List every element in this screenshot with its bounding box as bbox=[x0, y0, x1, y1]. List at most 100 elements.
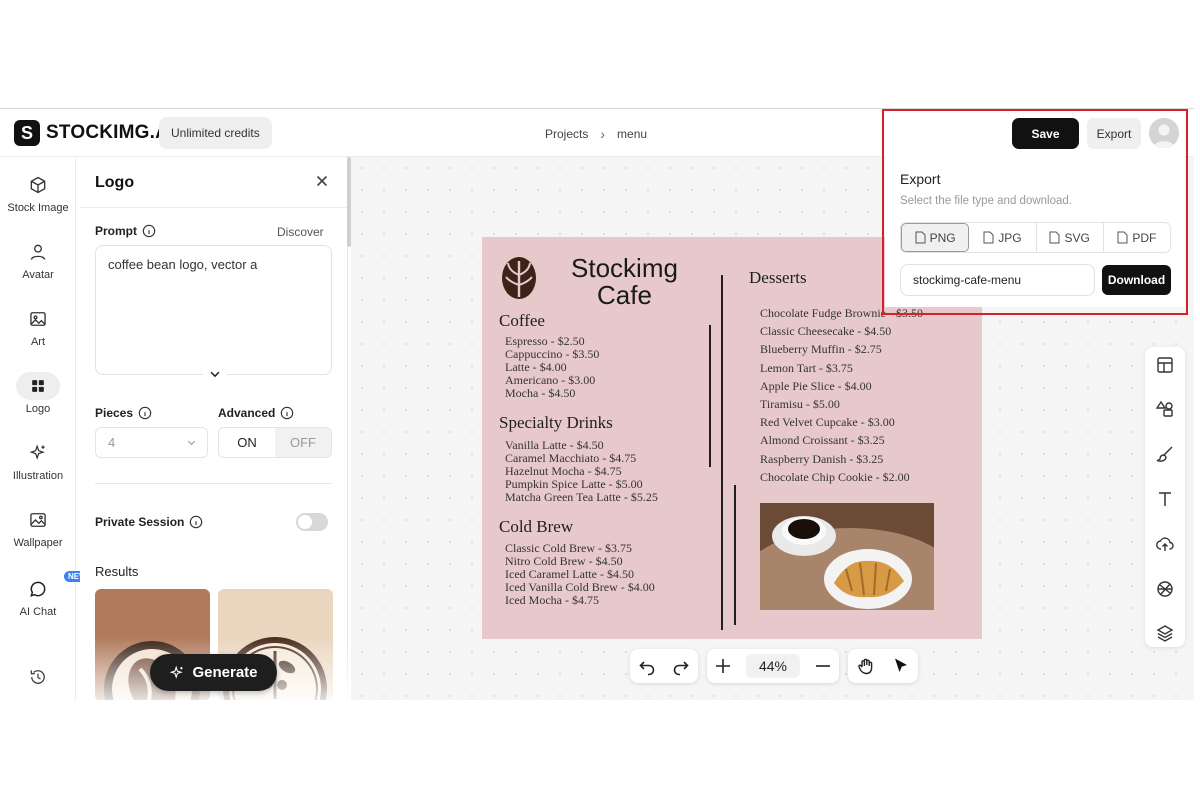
shapes-icon[interactable] bbox=[1155, 399, 1175, 419]
dessert-item: Chocolate Chip Cookie - $2.00 bbox=[760, 469, 910, 484]
menu-item: Mocha - $4.50 bbox=[505, 386, 576, 400]
nav-stock-image[interactable]: Stock Image bbox=[0, 171, 76, 214]
nav-history[interactable] bbox=[0, 663, 76, 694]
nav-label: Illustration bbox=[12, 470, 64, 482]
download-button[interactable]: Download bbox=[1102, 265, 1171, 295]
chevron-right-icon: › bbox=[600, 126, 606, 142]
generate-label: Generate bbox=[192, 664, 258, 681]
layers-icon[interactable] bbox=[1155, 623, 1175, 643]
advanced-on-option[interactable]: ON bbox=[219, 428, 275, 457]
breadcrumb-projects[interactable]: Projects bbox=[545, 127, 588, 141]
right-tool-bar bbox=[1145, 347, 1185, 647]
panel-divider bbox=[80, 207, 348, 208]
credits-badge[interactable]: Unlimited credits bbox=[159, 117, 272, 149]
image-icon bbox=[30, 312, 46, 326]
file-type-label: PDF bbox=[1132, 230, 1157, 245]
zoom-bar: 44% bbox=[707, 649, 839, 683]
dessert-item: Classic Cheesecake - $4.50 bbox=[760, 324, 892, 339]
prompt-label-text: Prompt bbox=[95, 224, 137, 238]
zoom-out-icon[interactable] bbox=[813, 656, 833, 676]
nav-label: Avatar bbox=[22, 269, 54, 281]
avatar-user-icon bbox=[1149, 118, 1179, 148]
info-icon[interactable] bbox=[280, 406, 294, 420]
upload-cloud-icon[interactable] bbox=[1155, 534, 1175, 554]
expand-prompt-button[interactable] bbox=[203, 362, 227, 386]
nav-art[interactable]: Art bbox=[0, 305, 76, 348]
zoom-level[interactable]: 44% bbox=[745, 654, 800, 678]
undo-icon[interactable] bbox=[637, 656, 657, 676]
file-type-jpg[interactable]: JPG bbox=[969, 223, 1037, 252]
nav-label: Stock Image bbox=[7, 202, 69, 214]
panel-title: Logo bbox=[95, 174, 135, 191]
advanced-label: Advanced bbox=[218, 406, 294, 420]
save-button[interactable]: Save bbox=[1012, 118, 1079, 149]
pieces-select[interactable]: 4 bbox=[95, 427, 208, 458]
menu-section-title: Specialty Drinks bbox=[499, 413, 613, 432]
menu-item-list: Vanilla Latte - $4.50 Caramel Macchiato … bbox=[505, 439, 658, 504]
info-icon[interactable] bbox=[142, 224, 156, 238]
user-avatar[interactable] bbox=[1149, 118, 1179, 148]
dessert-item: Almond Croissant - $3.25 bbox=[760, 433, 885, 448]
file-type-pdf[interactable]: PDF bbox=[1104, 223, 1170, 252]
advanced-label-text: Advanced bbox=[218, 406, 276, 420]
nav-illustration[interactable]: Illustration bbox=[0, 439, 76, 482]
brand-logo[interactable]: S STOCKIMG.AI bbox=[14, 120, 175, 146]
sparkle-icon bbox=[29, 444, 45, 460]
person-icon bbox=[30, 244, 46, 260]
private-session-label: Private Session bbox=[95, 515, 203, 529]
info-icon[interactable] bbox=[189, 515, 203, 529]
generate-button[interactable]: Generate bbox=[150, 654, 277, 691]
nav-avatar[interactable]: Avatar bbox=[0, 238, 76, 281]
desserts-list: Chocolate Fudge Brownie - $3.50 Classic … bbox=[760, 304, 923, 486]
filename-input[interactable] bbox=[900, 264, 1095, 296]
chevron-down-icon bbox=[187, 440, 196, 446]
app-window: S STOCKIMG.AI Unlimited credits Projects… bbox=[0, 108, 1194, 700]
file-png-icon bbox=[915, 231, 926, 244]
redo-icon[interactable] bbox=[671, 656, 691, 676]
private-session-switch[interactable] bbox=[296, 513, 328, 531]
section-divider bbox=[95, 483, 332, 484]
prompt-input[interactable] bbox=[95, 245, 332, 375]
advanced-toggle: ON OFF bbox=[218, 427, 332, 458]
layout-template-icon[interactable] bbox=[1155, 355, 1175, 375]
dessert-item: Raspberry Danish - $3.25 bbox=[760, 451, 884, 466]
file-jpg-icon bbox=[983, 231, 994, 244]
export-subtitle: Select the file type and download. bbox=[900, 195, 1072, 207]
menu-section-title: Cold Brew bbox=[499, 517, 574, 536]
discover-link[interactable]: Discover bbox=[277, 225, 324, 239]
cafe-tree-logo-icon bbox=[502, 257, 536, 299]
dessert-item: Red Velvet Cupcake - $3.00 bbox=[760, 415, 895, 430]
zoom-in-icon[interactable] bbox=[713, 656, 733, 676]
grid-icon bbox=[32, 380, 44, 392]
export-button[interactable]: Export bbox=[1087, 118, 1141, 149]
brush-icon[interactable] bbox=[1155, 444, 1175, 464]
dessert-item: Blueberry Muffin - $2.75 bbox=[760, 342, 882, 357]
chevron-down-icon bbox=[210, 371, 220, 378]
menu-section-title: Coffee bbox=[499, 311, 545, 330]
file-type-svg[interactable]: SVG bbox=[1037, 223, 1104, 252]
nav-label: Wallpaper bbox=[13, 537, 63, 549]
export-popover: Export Select the file type and download… bbox=[885, 155, 1185, 307]
cursor-select-icon[interactable] bbox=[891, 656, 911, 676]
text-icon[interactable] bbox=[1155, 489, 1175, 509]
advanced-off-option[interactable]: OFF bbox=[275, 428, 331, 457]
divider-line bbox=[721, 275, 723, 630]
stockimg-logo-icon: S bbox=[14, 120, 40, 146]
file-type-label: SVG bbox=[1064, 230, 1090, 245]
cafe-name-line2: Cafe bbox=[597, 280, 652, 310]
file-pdf-icon bbox=[1117, 231, 1128, 244]
nav-logo[interactable]: Logo bbox=[0, 372, 76, 415]
history-icon bbox=[30, 670, 45, 684]
prompt-label: Prompt bbox=[95, 224, 156, 238]
results-heading: Results bbox=[95, 564, 139, 579]
file-type-png[interactable]: PNG bbox=[901, 223, 970, 252]
hand-pan-icon[interactable] bbox=[856, 656, 876, 676]
nav-wallpaper[interactable]: Wallpaper bbox=[0, 506, 76, 549]
nav-label: Art bbox=[30, 336, 46, 348]
nav-ai-chat[interactable]: NEW AI Chat bbox=[0, 571, 91, 618]
wallpaper-icon bbox=[30, 513, 46, 527]
info-icon[interactable] bbox=[138, 406, 152, 420]
close-icon[interactable] bbox=[314, 173, 330, 189]
elements-icon[interactable] bbox=[1155, 579, 1175, 599]
brand-name: STOCKIMG.AI bbox=[46, 122, 175, 143]
